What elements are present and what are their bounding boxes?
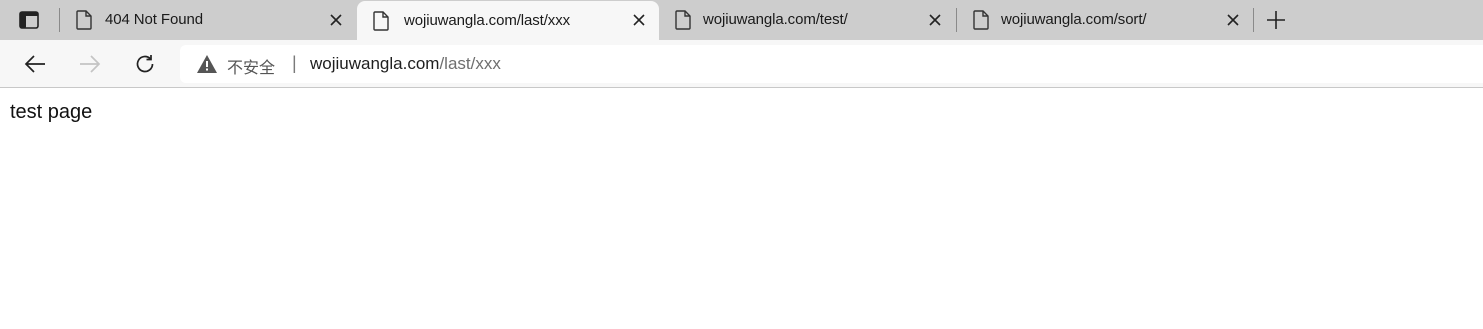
arrow-right-icon <box>80 55 101 73</box>
navigation-toolbar: 不安全 | wojiuwangla.com/last/xxx <box>0 40 1483 88</box>
tab-last-xxx[interactable]: wojiuwangla.com/last/xxx <box>357 1 659 40</box>
url-host: wojiuwangla.com <box>310 54 440 73</box>
tab-strip: 404 Not Found wojiuwangla.com/last/xxx w… <box>0 0 1483 40</box>
address-bar[interactable]: 不安全 | wojiuwangla.com/last/xxx <box>180 45 1483 83</box>
warning-icon[interactable] <box>196 54 218 74</box>
url-text[interactable]: wojiuwangla.com/last/xxx <box>310 54 501 74</box>
close-icon[interactable] <box>631 12 647 28</box>
back-button[interactable] <box>18 48 52 80</box>
arrow-left-icon <box>24 55 45 73</box>
close-icon[interactable] <box>927 12 943 28</box>
tab-title: wojiuwangla.com/test/ <box>703 11 848 28</box>
close-icon[interactable] <box>328 12 344 28</box>
tab-404-not-found[interactable]: 404 Not Found <box>60 0 356 40</box>
tab-title: 404 Not Found <box>105 11 203 28</box>
address-separator: | <box>292 53 297 73</box>
document-icon <box>973 10 989 30</box>
document-icon <box>76 10 92 30</box>
tab-separator <box>1253 8 1254 32</box>
security-status-label[interactable]: 不安全 <box>227 54 275 78</box>
tab-actions-icon <box>19 11 39 29</box>
url-path: /last/xxx <box>439 54 501 73</box>
plus-icon <box>1267 11 1285 29</box>
refresh-icon <box>136 55 154 73</box>
document-icon <box>675 10 691 30</box>
tab-title: wojiuwangla.com/sort/ <box>1001 11 1147 28</box>
refresh-button[interactable] <box>128 48 162 80</box>
forward-button[interactable] <box>73 48 107 80</box>
tab-title: wojiuwangla.com/last/xxx <box>404 12 570 29</box>
document-icon <box>373 11 389 31</box>
tab-actions-button[interactable] <box>9 5 49 35</box>
close-icon[interactable] <box>1225 12 1241 28</box>
page-body-text: test page <box>10 101 93 123</box>
new-tab-button[interactable] <box>1262 6 1290 34</box>
page-content: test page <box>0 89 1483 329</box>
tab-test[interactable]: wojiuwangla.com/test/ <box>659 0 955 40</box>
tab-sort[interactable]: wojiuwangla.com/sort/ <box>957 0 1253 40</box>
